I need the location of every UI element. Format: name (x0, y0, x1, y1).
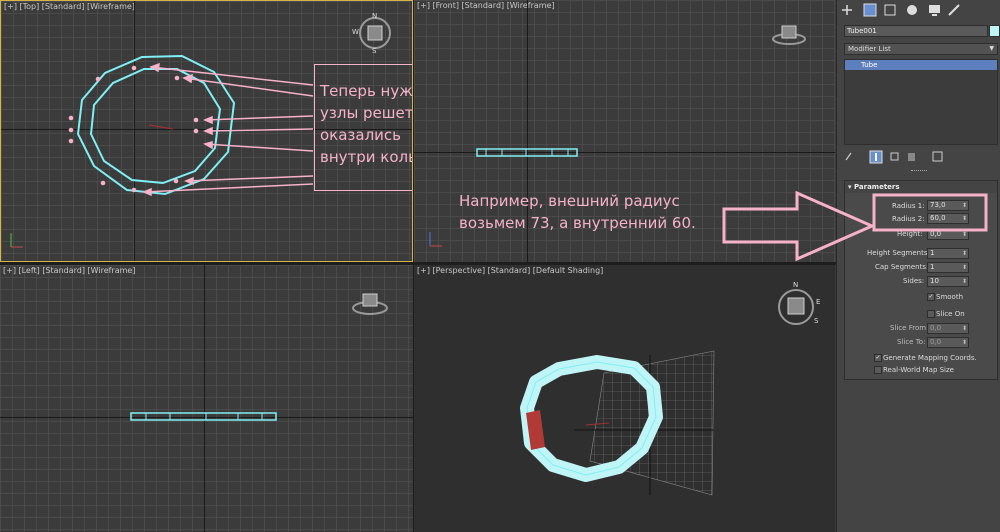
height-segments-spinner[interactable]: 1 ⬍ (927, 248, 969, 259)
modifier-list-dropdown[interactable]: Modifier List ▼ (844, 43, 998, 55)
sides-label: Sides: (903, 277, 925, 285)
height-segments-value: 1 (930, 249, 935, 257)
height-segments-label: Height Segments: (867, 249, 930, 257)
utilities-icon (948, 4, 960, 16)
axis-tripod-icon (429, 232, 442, 247)
radius2-spinner[interactable]: 60,0 ⬍ (927, 213, 969, 224)
compass-w: W (352, 28, 359, 36)
modifier-list-label: Modifier List (848, 45, 891, 53)
slice-on-checkbox[interactable] (927, 310, 935, 318)
viewport-left[interactable]: [+] [Left] [Standard] [Wireframe] (0, 265, 413, 532)
parameters-title: Parameters (853, 183, 900, 191)
viewport-perspective[interactable]: [+] [Perspective] [Standard] [Default Sh… (414, 265, 835, 532)
hierarchy-icon (884, 4, 896, 16)
object-color-swatch[interactable] (989, 25, 1000, 37)
sides-spinner[interactable]: 10 ⬍ (927, 276, 969, 287)
display-icon (929, 5, 940, 16)
viewcube-top[interactable]: N W S (352, 12, 393, 55)
compass-e: E (816, 298, 821, 306)
viewcube-perspective[interactable]: N E S (776, 281, 820, 327)
viewcube-front[interactable] (772, 24, 806, 46)
smooth-checkbox[interactable]: ✓ (927, 293, 935, 301)
spinner-arrows-icon: ⬍ (961, 325, 967, 332)
annotation-box: Теперь нужные узлы решетки оказались вну… (314, 64, 413, 191)
spinner-arrows-icon: ⬍ (961, 231, 967, 238)
spinner-arrows-icon: ⬍ (961, 339, 967, 346)
slice-from-spinner[interactable]: 0,0 ⬍ (927, 323, 969, 334)
cap-segments-label: Cap Segments: (875, 263, 929, 271)
radius1-value: 73,0 (930, 201, 946, 209)
generate-mapping-label: Generate Mapping Coords. (883, 354, 977, 362)
spinner-arrows-icon: ⬍ (961, 264, 967, 271)
annotation-grid-note: Теперь нужные узлы решетки оказались вну… (320, 82, 413, 166)
chevron-down-icon: ▼ (989, 45, 994, 52)
make-unique-icon (890, 152, 899, 161)
cap-segments-spinner[interactable]: 1 ⬍ (927, 262, 969, 273)
motion-icon (907, 5, 917, 15)
show-end-result-icon (869, 150, 883, 164)
pin-stack-icon (845, 152, 852, 161)
annotation-radius-note: Например, внешний радиус возьмем 73, а в… (459, 192, 696, 232)
viewcube-left[interactable] (352, 292, 388, 316)
spinner-arrows-icon: ⬍ (961, 215, 967, 222)
radius1-spinner[interactable]: 73,0 ⬍ (927, 200, 969, 211)
remove-modifier-icon (908, 153, 915, 161)
cap-segments-value: 1 (930, 263, 935, 271)
parameters-rollout-header[interactable]: ▾ Parameters (845, 181, 997, 193)
slice-on-label: Slice On (936, 310, 965, 318)
generate-mapping-checkbox[interactable]: ✓ (874, 354, 882, 362)
modify-icon (863, 3, 877, 17)
slice-to-label: Slice To: (897, 338, 926, 346)
radius1-label: Radius 1: (892, 202, 925, 210)
slice-from-value: 0,0 (930, 324, 942, 332)
smooth-label: Smooth (936, 293, 964, 301)
tube-perspective-view[interactable] (414, 265, 835, 532)
axis-tripod-icon (10, 233, 23, 248)
command-panel: Tube001 Modifier List ▼ Tube ▾ Parameter… (836, 0, 1000, 532)
compass-s: S (372, 47, 377, 55)
modifier-stack[interactable]: Tube (844, 59, 998, 145)
viewport-divider-horizontal[interactable] (0, 262, 836, 265)
viewport-top[interactable]: [+] [Top] [Standard] [Wireframe] N W S Т… (0, 0, 413, 262)
create-icon (842, 5, 852, 15)
compass-n: N (793, 281, 799, 289)
command-panel-tabs[interactable] (837, 0, 1000, 22)
slice-to-value: 0,0 (930, 338, 942, 346)
compass-n: N (372, 12, 378, 20)
panel-divider-dots (911, 170, 927, 172)
object-name-field[interactable]: Tube001 (844, 25, 988, 37)
stack-item-tube[interactable]: Tube (845, 60, 997, 70)
viewport-divider-vertical[interactable] (413, 0, 414, 532)
height-spinner[interactable]: 0,0 ⬍ (927, 229, 969, 240)
slice-from-label: Slice From: (890, 324, 929, 332)
sides-value: 10 (930, 277, 939, 285)
real-world-map-label: Real-World Map Size (883, 366, 954, 374)
spinner-arrows-icon: ⬍ (961, 202, 967, 209)
height-label: Height: (897, 230, 923, 238)
spinner-arrows-icon: ⬍ (961, 250, 967, 257)
height-value: 0,0 (930, 230, 942, 238)
slice-to-spinner[interactable]: 0,0 ⬍ (927, 337, 969, 348)
spinner-arrows-icon: ⬍ (961, 278, 967, 285)
radius2-value: 60,0 (930, 214, 946, 222)
configure-sets-icon (932, 151, 943, 162)
radius2-label: Radius 2: (892, 215, 925, 223)
real-world-map-checkbox[interactable] (874, 366, 882, 374)
compass-s: S (814, 317, 819, 325)
